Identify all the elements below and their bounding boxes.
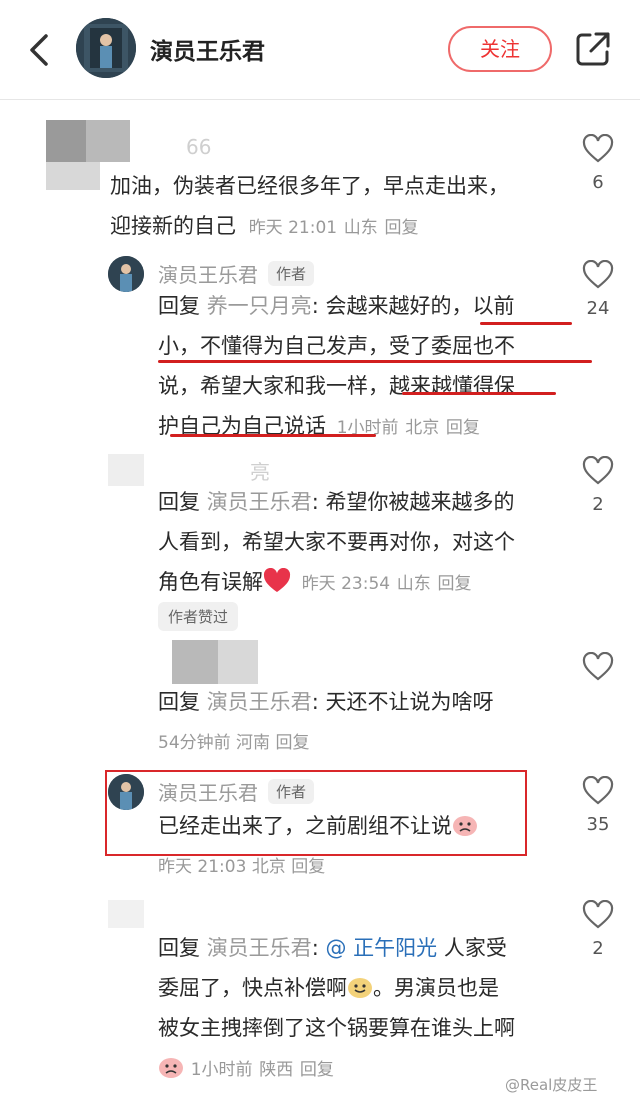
heart-outline-icon[interactable] — [582, 456, 614, 486]
author-avatar[interactable] — [108, 256, 144, 292]
blurred-avatar — [218, 640, 258, 684]
author-name-row: 演员王乐君 作者 — [158, 259, 315, 288]
reply-target[interactable]: 演员王乐君 — [207, 690, 312, 714]
like-control[interactable]: 24 — [578, 260, 618, 319]
comment-text: 回复 养一只月亮: 会越来越好的，以前 小，不懂得为自己发声，受了委屈也不 说，… — [158, 294, 515, 438]
follow-button[interactable]: 关注 — [448, 26, 552, 72]
like-count: 24 — [586, 298, 610, 319]
profile-avatar[interactable] — [76, 18, 136, 78]
smile-face-emoji — [348, 978, 372, 998]
comment-time: 昨天 23:54 — [301, 574, 391, 594]
blurred-avatar — [172, 640, 218, 684]
heart-outline-icon[interactable] — [582, 776, 614, 806]
like-count: 35 — [586, 814, 610, 835]
header-divider — [0, 99, 640, 100]
like-count: 6 — [592, 172, 604, 193]
comment-meta: 54分钟前 河南 回复 — [158, 728, 309, 753]
like-control[interactable] — [578, 652, 618, 682]
comment-location: 陕西 — [259, 1060, 294, 1080]
like-control[interactable]: 2 — [578, 456, 618, 515]
annotation-underline — [158, 360, 592, 363]
watermark: @Real皮皮王 — [505, 1076, 598, 1094]
comment-time: 1小时前 — [190, 1060, 253, 1080]
heart-outline-icon[interactable] — [582, 900, 614, 930]
reply-link[interactable]: 回复 — [291, 857, 325, 877]
heart-outline-icon[interactable] — [582, 260, 614, 290]
comment-time: 昨天 21:01 — [248, 218, 338, 238]
mention-link[interactable]: @ 正午阳光 — [325, 936, 437, 960]
annotation-underline — [402, 392, 556, 395]
comment-location: 山东 — [396, 574, 431, 594]
sad-face-emoji — [159, 1058, 183, 1078]
blurred-avatar — [108, 900, 144, 928]
comment-location: 北京 — [251, 857, 286, 877]
reply-link[interactable]: 回复 — [384, 218, 418, 238]
annotation-box — [105, 770, 527, 856]
share-icon[interactable] — [574, 30, 612, 68]
commenter-name[interactable]: 66 — [186, 135, 211, 159]
comment-text: 回复 演员王乐君: 希望你被越来越多的 人看到，希望大家不要再对你，对这个 角色… — [158, 490, 515, 594]
like-control[interactable]: 2 — [578, 900, 618, 959]
comment-location: 北京 — [405, 418, 440, 438]
author-tag: 作者 — [268, 261, 315, 286]
comment-text: 回复 演员王乐君: 天还不让说为啥呀 — [158, 690, 494, 714]
blurred-avatar — [46, 162, 100, 190]
red-heart-emoji — [263, 568, 291, 592]
reply-target[interactable]: 演员王乐君 — [207, 490, 312, 514]
back-arrow-icon[interactable] — [22, 30, 58, 70]
comment-text: 回复 演员王乐君: @ 正午阳光 人家受 委屈了，快点补偿啊 。男演员也是 被女主… — [158, 936, 515, 1080]
top-bar: 演员王乐君 关注 — [0, 0, 640, 100]
annotation-underline — [480, 322, 572, 325]
like-control[interactable]: 6 — [578, 134, 618, 193]
comment-text: 加油，伪装者已经很多年了，早点走出来， 迎接新的自己 昨天 21:01 山东 回… — [110, 174, 509, 238]
comment-time: 54分钟前 — [158, 733, 231, 753]
comment-time: 昨天 21:03 — [158, 857, 247, 877]
reply-link[interactable]: 回复 — [300, 1060, 334, 1080]
page-title: 演员王乐君 — [150, 39, 265, 65]
blurred-avatar — [46, 120, 86, 162]
blurred-avatar — [86, 120, 130, 162]
blurred-avatar — [108, 454, 144, 486]
comment-location: 河南 — [236, 733, 271, 753]
reply-link[interactable]: 回复 — [446, 418, 480, 438]
reply-link[interactable]: 回复 — [275, 733, 309, 753]
like-control[interactable]: 35 — [578, 776, 618, 835]
commenter-name[interactable]: 亮 — [250, 456, 270, 485]
reply-target[interactable]: 养一只月亮 — [207, 294, 312, 318]
reply-link[interactable]: 回复 — [437, 574, 471, 594]
like-count: 2 — [592, 494, 604, 515]
comment-location: 山东 — [343, 218, 378, 238]
heart-outline-icon[interactable] — [582, 652, 614, 682]
reply-target[interactable]: 演员王乐君 — [207, 936, 312, 960]
annotation-underline — [170, 434, 376, 437]
like-count: 2 — [592, 938, 604, 959]
author-name[interactable]: 演员王乐君 — [158, 263, 258, 287]
heart-outline-icon[interactable] — [582, 134, 614, 164]
liked-by-author-badge: 作者赞过 — [158, 602, 239, 631]
